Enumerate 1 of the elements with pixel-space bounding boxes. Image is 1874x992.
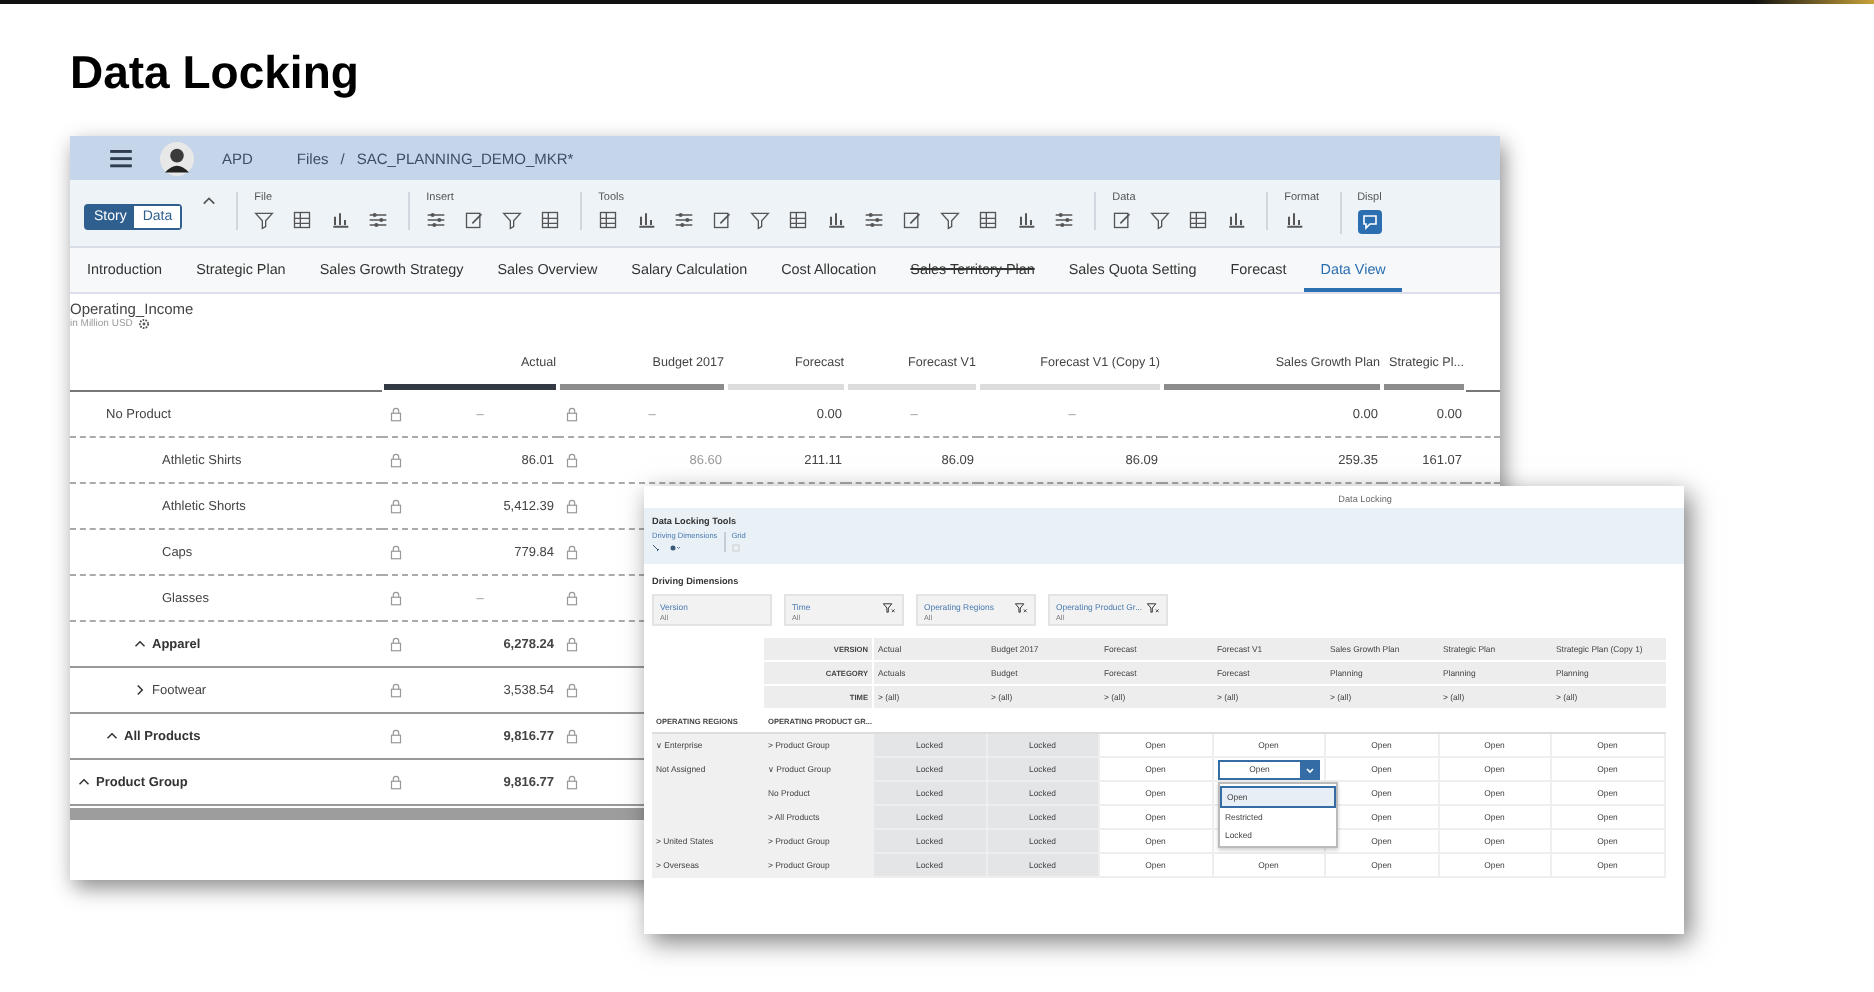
slide-title: Data Locking xyxy=(70,44,359,100)
